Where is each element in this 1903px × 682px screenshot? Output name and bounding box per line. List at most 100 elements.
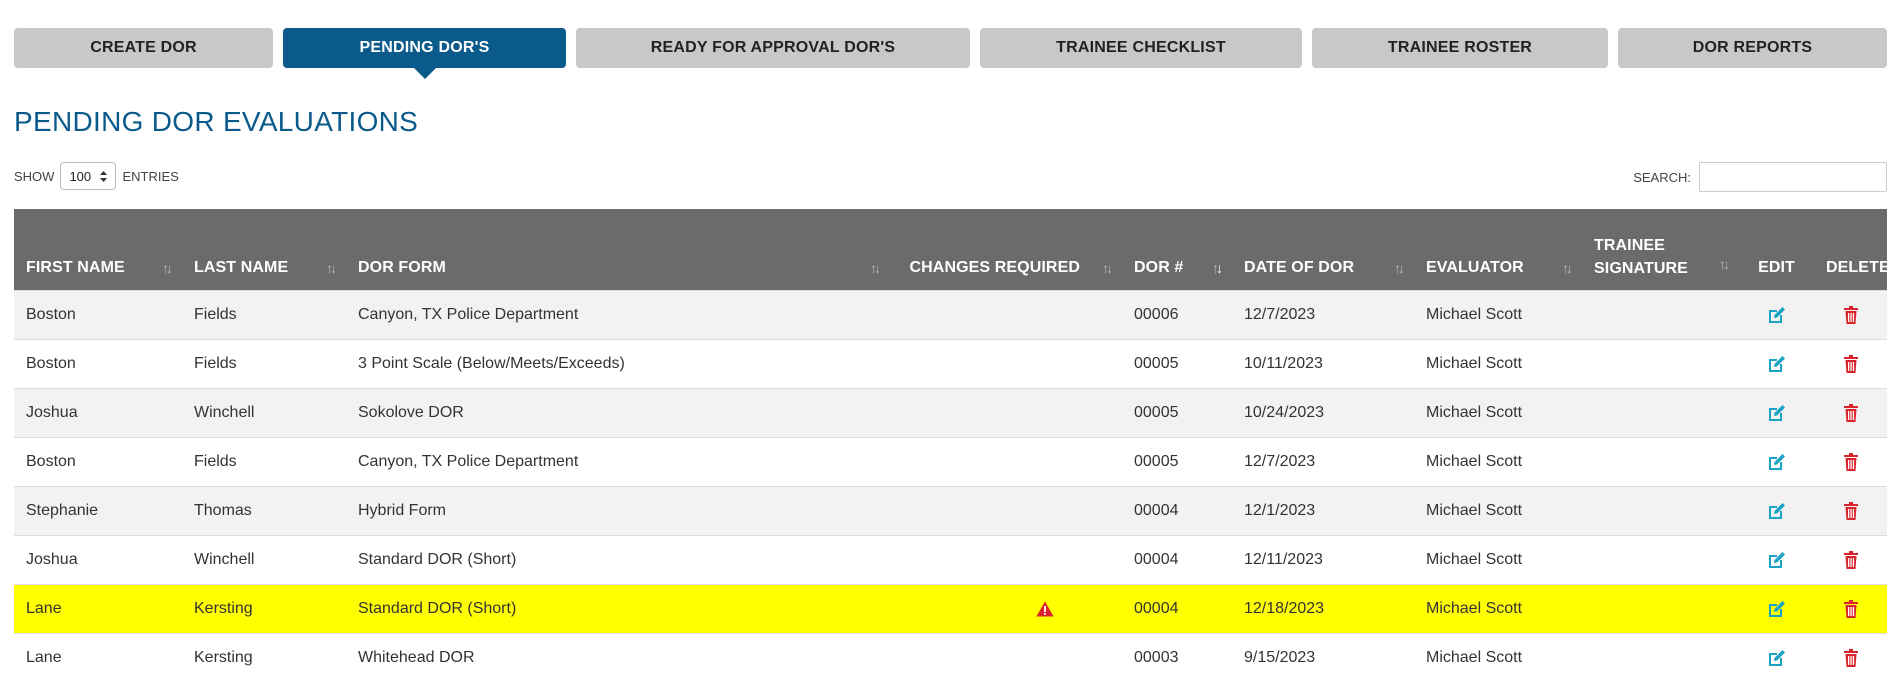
table-row[interactable]: StephanieThomasHybrid Form0000412/1/2023… bbox=[14, 487, 1887, 536]
table-row[interactable]: LaneKerstingWhitehead DOR000039/15/2023M… bbox=[14, 634, 1887, 682]
edit-icon bbox=[1767, 599, 1787, 619]
tab-trainee-checklist[interactable]: TRAINEE CHECKLIST bbox=[980, 28, 1302, 68]
cell-date-of-dor: 12/18/2023 bbox=[1232, 585, 1414, 634]
cell-evaluator: Michael Scott bbox=[1414, 536, 1582, 585]
tab-trainee-roster[interactable]: TRAINEE ROSTER bbox=[1312, 28, 1608, 68]
search-label: SEARCH: bbox=[1633, 170, 1691, 185]
column-header-first-name[interactable]: FIRST NAME ↑↓ bbox=[14, 209, 182, 291]
delete-button[interactable] bbox=[1839, 352, 1863, 376]
column-header-last-name[interactable]: LAST NAME↑↓ bbox=[182, 209, 346, 291]
delete-button[interactable] bbox=[1839, 499, 1863, 523]
tab-pending-dors[interactable]: PENDING DOR'S bbox=[283, 28, 566, 68]
sort-arrows-icon: ↑↓ bbox=[1394, 260, 1402, 276]
tab-label: CREATE DOR bbox=[90, 39, 197, 57]
tab-ready-for-approval-dors[interactable]: READY FOR APPROVAL DOR'S bbox=[576, 28, 970, 68]
cell-evaluator: Michael Scott bbox=[1414, 389, 1582, 438]
edit-button[interactable] bbox=[1765, 646, 1789, 670]
cell-delete bbox=[1814, 487, 1887, 536]
cell-trainee-signature bbox=[1582, 634, 1739, 682]
cell-first-name: Boston bbox=[14, 438, 182, 487]
cell-edit bbox=[1739, 487, 1814, 536]
cell-delete bbox=[1814, 634, 1887, 682]
cell-date-of-dor: 10/24/2023 bbox=[1232, 389, 1414, 438]
column-header-dor-form[interactable]: DOR FORM↑↓ bbox=[346, 209, 890, 291]
delete-button[interactable] bbox=[1839, 548, 1863, 572]
cell-changes-required bbox=[890, 585, 1122, 634]
column-header-changes-required[interactable]: CHANGES REQUIRED↑↓ bbox=[890, 209, 1122, 291]
cell-evaluator: Michael Scott bbox=[1414, 291, 1582, 340]
column-header-dor-number[interactable]: DOR #↑↓ bbox=[1122, 209, 1232, 291]
select-arrows-icon bbox=[100, 171, 107, 182]
page-title: PENDING DOR EVALUATIONS bbox=[14, 106, 418, 138]
cell-changes-required bbox=[890, 487, 1122, 536]
cell-delete bbox=[1814, 291, 1887, 340]
cell-edit bbox=[1739, 389, 1814, 438]
cell-delete bbox=[1814, 340, 1887, 389]
cell-last-name: Fields bbox=[182, 438, 346, 487]
cell-first-name: Joshua bbox=[14, 389, 182, 438]
edit-button[interactable] bbox=[1765, 450, 1789, 474]
delete-button[interactable] bbox=[1839, 303, 1863, 327]
trash-icon bbox=[1843, 453, 1859, 471]
cell-last-name: Fields bbox=[182, 291, 346, 340]
cell-dor-form: Canyon, TX Police Department bbox=[346, 291, 890, 340]
edit-button[interactable] bbox=[1765, 499, 1789, 523]
cell-first-name: Boston bbox=[14, 340, 182, 389]
edit-button[interactable] bbox=[1765, 548, 1789, 572]
cell-dor-number: 00004 bbox=[1122, 536, 1232, 585]
cell-date-of-dor: 12/1/2023 bbox=[1232, 487, 1414, 536]
delete-button[interactable] bbox=[1839, 401, 1863, 425]
entries-per-page-select[interactable]: 100 bbox=[60, 162, 116, 190]
column-header-evaluator[interactable]: EVALUATOR↑↓ bbox=[1414, 209, 1582, 291]
column-header-label: FIRST NAME bbox=[26, 259, 125, 276]
cell-changes-required bbox=[890, 438, 1122, 487]
column-header-delete: DELETE bbox=[1814, 209, 1887, 291]
cell-trainee-signature bbox=[1582, 340, 1739, 389]
column-header-label: EDIT bbox=[1758, 259, 1795, 276]
cell-dor-number: 00005 bbox=[1122, 389, 1232, 438]
table-row[interactable]: BostonFieldsCanyon, TX Police Department… bbox=[14, 291, 1887, 340]
edit-button[interactable] bbox=[1765, 352, 1789, 376]
show-entries-control: SHOW 100 ENTRIES bbox=[14, 162, 179, 190]
column-header-trainee-signature[interactable]: TRAINEE SIGNATURE↑↓ bbox=[1582, 209, 1739, 291]
table-row[interactable]: JoshuaWinchellSokolove DOR0000510/24/202… bbox=[14, 389, 1887, 438]
edit-button[interactable] bbox=[1765, 597, 1789, 621]
warning-triangle-icon bbox=[1036, 601, 1054, 617]
sort-arrows-icon: ↑↓ bbox=[1719, 253, 1727, 276]
sort-arrows-icon: ↑↓ bbox=[326, 260, 334, 276]
cell-delete bbox=[1814, 438, 1887, 487]
delete-button[interactable] bbox=[1839, 597, 1863, 621]
cell-delete bbox=[1814, 585, 1887, 634]
delete-button[interactable] bbox=[1839, 450, 1863, 474]
edit-button[interactable] bbox=[1765, 401, 1789, 425]
edit-icon bbox=[1767, 648, 1787, 668]
cell-dor-number: 00005 bbox=[1122, 340, 1232, 389]
search-input[interactable] bbox=[1699, 162, 1887, 192]
cell-delete bbox=[1814, 389, 1887, 438]
cell-edit bbox=[1739, 634, 1814, 682]
cell-last-name: Kersting bbox=[182, 585, 346, 634]
nav-tabs: CREATE DOR PENDING DOR'S READY FOR APPRO… bbox=[14, 28, 1887, 68]
cell-changes-required bbox=[890, 634, 1122, 682]
table-row[interactable]: LaneKerstingStandard DOR (Short)0000412/… bbox=[14, 585, 1887, 634]
cell-evaluator: Michael Scott bbox=[1414, 340, 1582, 389]
column-header-date-of-dor[interactable]: DATE OF DOR ↑↓ bbox=[1232, 209, 1414, 291]
cell-date-of-dor: 12/11/2023 bbox=[1232, 536, 1414, 585]
cell-edit bbox=[1739, 585, 1814, 634]
edit-button[interactable] bbox=[1765, 303, 1789, 327]
trash-icon bbox=[1843, 502, 1859, 520]
delete-button[interactable] bbox=[1839, 646, 1863, 670]
cell-last-name: Kersting bbox=[182, 634, 346, 682]
table-row[interactable]: BostonFieldsCanyon, TX Police Department… bbox=[14, 438, 1887, 487]
cell-changes-required bbox=[890, 389, 1122, 438]
sort-arrows-icon: ↑↓ bbox=[162, 260, 170, 276]
tab-create-dor[interactable]: CREATE DOR bbox=[14, 28, 273, 68]
table-row[interactable]: JoshuaWinchellStandard DOR (Short)000041… bbox=[14, 536, 1887, 585]
tab-dor-reports[interactable]: DOR REPORTS bbox=[1618, 28, 1887, 68]
tab-label: TRAINEE CHECKLIST bbox=[1056, 39, 1226, 57]
cell-date-of-dor: 12/7/2023 bbox=[1232, 438, 1414, 487]
entries-per-page-value: 100 bbox=[69, 169, 91, 184]
column-header-label: DATE OF DOR bbox=[1244, 259, 1354, 276]
table-row[interactable]: BostonFields3 Point Scale (Below/Meets/E… bbox=[14, 340, 1887, 389]
cell-last-name: Winchell bbox=[182, 536, 346, 585]
